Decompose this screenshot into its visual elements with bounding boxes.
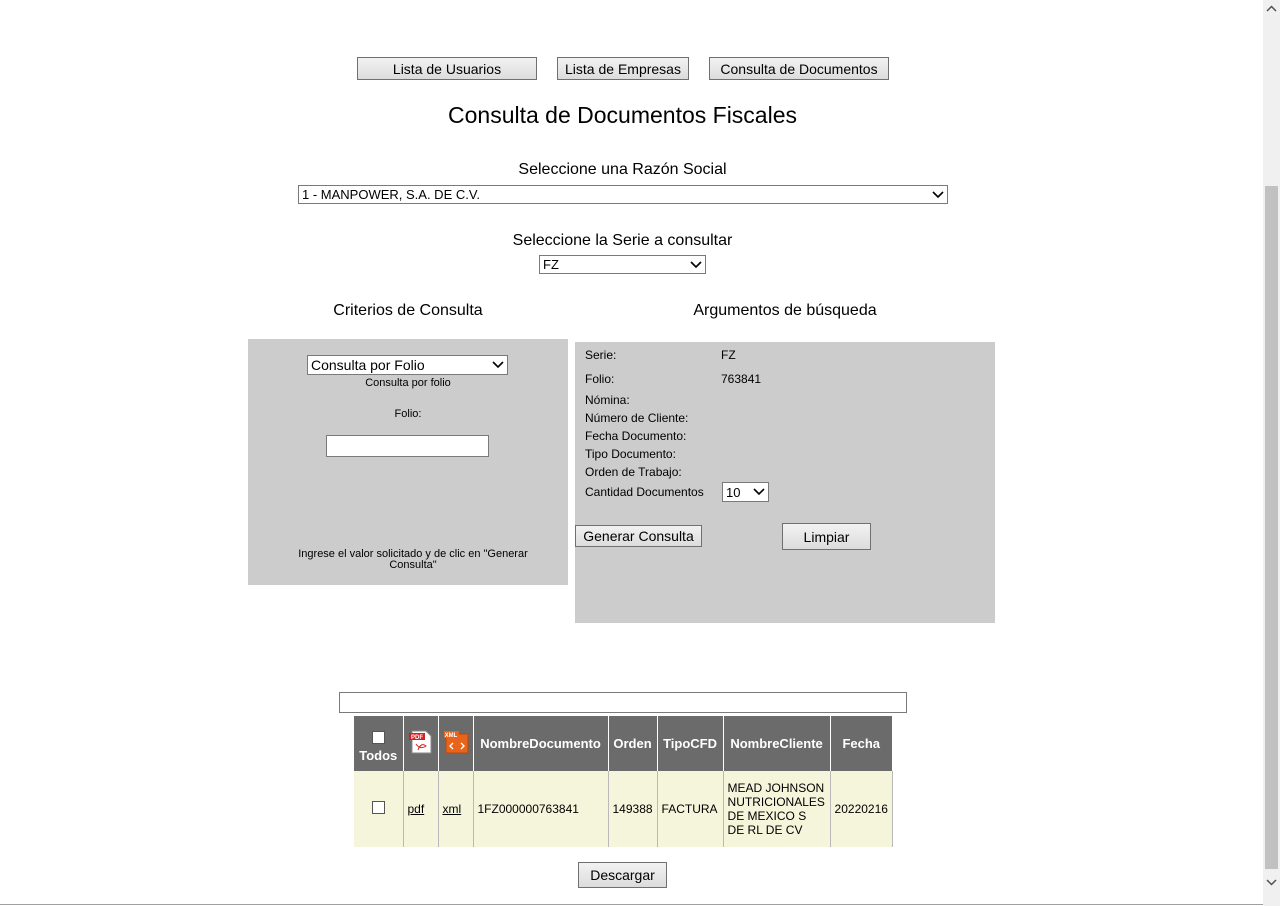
cliente-header[interactable]: NombreCliente <box>723 716 831 771</box>
orden-cell: 149388 <box>608 771 658 847</box>
xml-icon-text: XML <box>444 733 457 739</box>
scroll-down-icon[interactable] <box>1263 874 1280 891</box>
arg-nomina-label: Nómina: <box>585 393 630 407</box>
arg-fecha-label: Fecha Documento: <box>585 429 687 443</box>
generar-consulta-button[interactable]: Generar Consulta <box>575 525 702 547</box>
cantidad-value: 10 <box>726 484 741 500</box>
razon-social-label: Seleccione una Razón Social <box>518 161 727 178</box>
select-all-checkbox[interactable] <box>371 730 385 744</box>
razon-social-value: 1 - MANPOWER, S.A. DE C.V. <box>302 187 480 202</box>
row-select-cell <box>354 771 404 847</box>
pdf-link[interactable]: pdf <box>408 802 425 816</box>
bottom-divider <box>0 904 1263 905</box>
select-all-label: Todos <box>359 747 398 763</box>
arg-orden-label: Orden de Trabajo: <box>585 465 682 479</box>
users-list-button[interactable]: Lista de Usuarios <box>357 57 537 80</box>
xml-column-header: XML <box>438 716 474 771</box>
criterio-select[interactable]: Consulta por Folio <box>307 355 508 375</box>
orden-header[interactable]: Orden <box>608 716 658 771</box>
pdf-icon-text: PDF <box>411 735 423 741</box>
results-status-box <box>339 692 907 713</box>
nombre-header[interactable]: NombreDocumento <box>473 716 609 771</box>
serie-select[interactable]: FZ <box>539 255 706 274</box>
descargar-button[interactable]: Descargar <box>578 862 667 888</box>
chevron-down-icon <box>750 488 768 496</box>
arg-cantidad-label: Cantidad Documentos <box>585 485 704 499</box>
limpiar-button[interactable]: Limpiar <box>782 523 871 550</box>
tipo-cell: FACTURA <box>657 771 724 847</box>
vertical-scrollbar[interactable] <box>1263 0 1280 906</box>
serie-label: Seleccione la Serie a consultar <box>512 232 733 249</box>
chevron-down-icon <box>687 260 705 269</box>
arg-serie-value: FZ <box>721 348 736 362</box>
criterios-heading: Criterios de Consulta <box>333 302 483 319</box>
criterio-subtitle: Consulta por folio <box>365 377 451 389</box>
criterios-panel: Consulta por Folio Consulta por folio Fo… <box>248 339 568 585</box>
argumentos-panel: Serie: FZ Folio: 763841 Nómina: Número d… <box>575 342 995 623</box>
tipo-header[interactable]: TipoCFD <box>657 716 724 771</box>
argumentos-heading: Argumentos de búsqueda <box>693 302 877 319</box>
pdf-file-icon: PDF <box>408 730 434 754</box>
criterio-value: Consulta por Folio <box>311 357 425 373</box>
arg-folio-label: Folio: <box>585 372 615 386</box>
serie-value: FZ <box>543 257 559 272</box>
arg-tipo-label: Tipo Documento: <box>585 447 676 461</box>
xml-link[interactable]: xml <box>443 802 462 816</box>
companies-list-button[interactable]: Lista de Empresas <box>557 57 689 80</box>
razon-social-select[interactable]: 1 - MANPOWER, S.A. DE C.V. <box>298 185 948 204</box>
nombre-cell: 1FZ000000763841 <box>473 771 609 847</box>
documents-query-button[interactable]: Consulta de Documentos <box>709 57 889 80</box>
folio-input[interactable] <box>326 435 489 457</box>
fecha-header[interactable]: Fecha <box>830 716 893 771</box>
cantidad-select[interactable]: 10 <box>722 482 769 502</box>
pdf-column-header: PDF <box>403 716 439 771</box>
select-all-header: Todos <box>354 716 404 771</box>
criterio-hint: Ingrese el valor solicitado y de clic en… <box>298 548 528 571</box>
row-checkbox[interactable] <box>371 801 385 814</box>
chevron-down-icon <box>489 361 507 369</box>
cliente-cell: MEAD JOHNSON NUTRICIONALES DE MEXICO S D… <box>723 771 831 847</box>
xml-file-icon: XML <box>443 730 469 754</box>
scroll-thumb[interactable] <box>1265 186 1278 869</box>
arg-cliente-label: Número de Cliente: <box>585 411 689 425</box>
arg-serie-label: Serie: <box>585 348 617 362</box>
xml-cell: xml <box>438 771 474 847</box>
arg-folio-value: 763841 <box>721 372 762 386</box>
chevron-down-icon <box>929 190 947 199</box>
table-row: pdf xml 1FZ000000763841 149388 FACTURA M… <box>354 771 893 847</box>
scroll-up-icon[interactable] <box>1263 0 1280 17</box>
documents-table: Todos PDF XML NombreDocumento Orden Tipo… <box>354 716 893 847</box>
pdf-cell: pdf <box>403 771 439 847</box>
fecha-cell: 20220216 <box>830 771 893 847</box>
folio-label: Folio: <box>394 408 422 420</box>
page-title: Consulta de Documentos Fiscales <box>448 102 797 128</box>
